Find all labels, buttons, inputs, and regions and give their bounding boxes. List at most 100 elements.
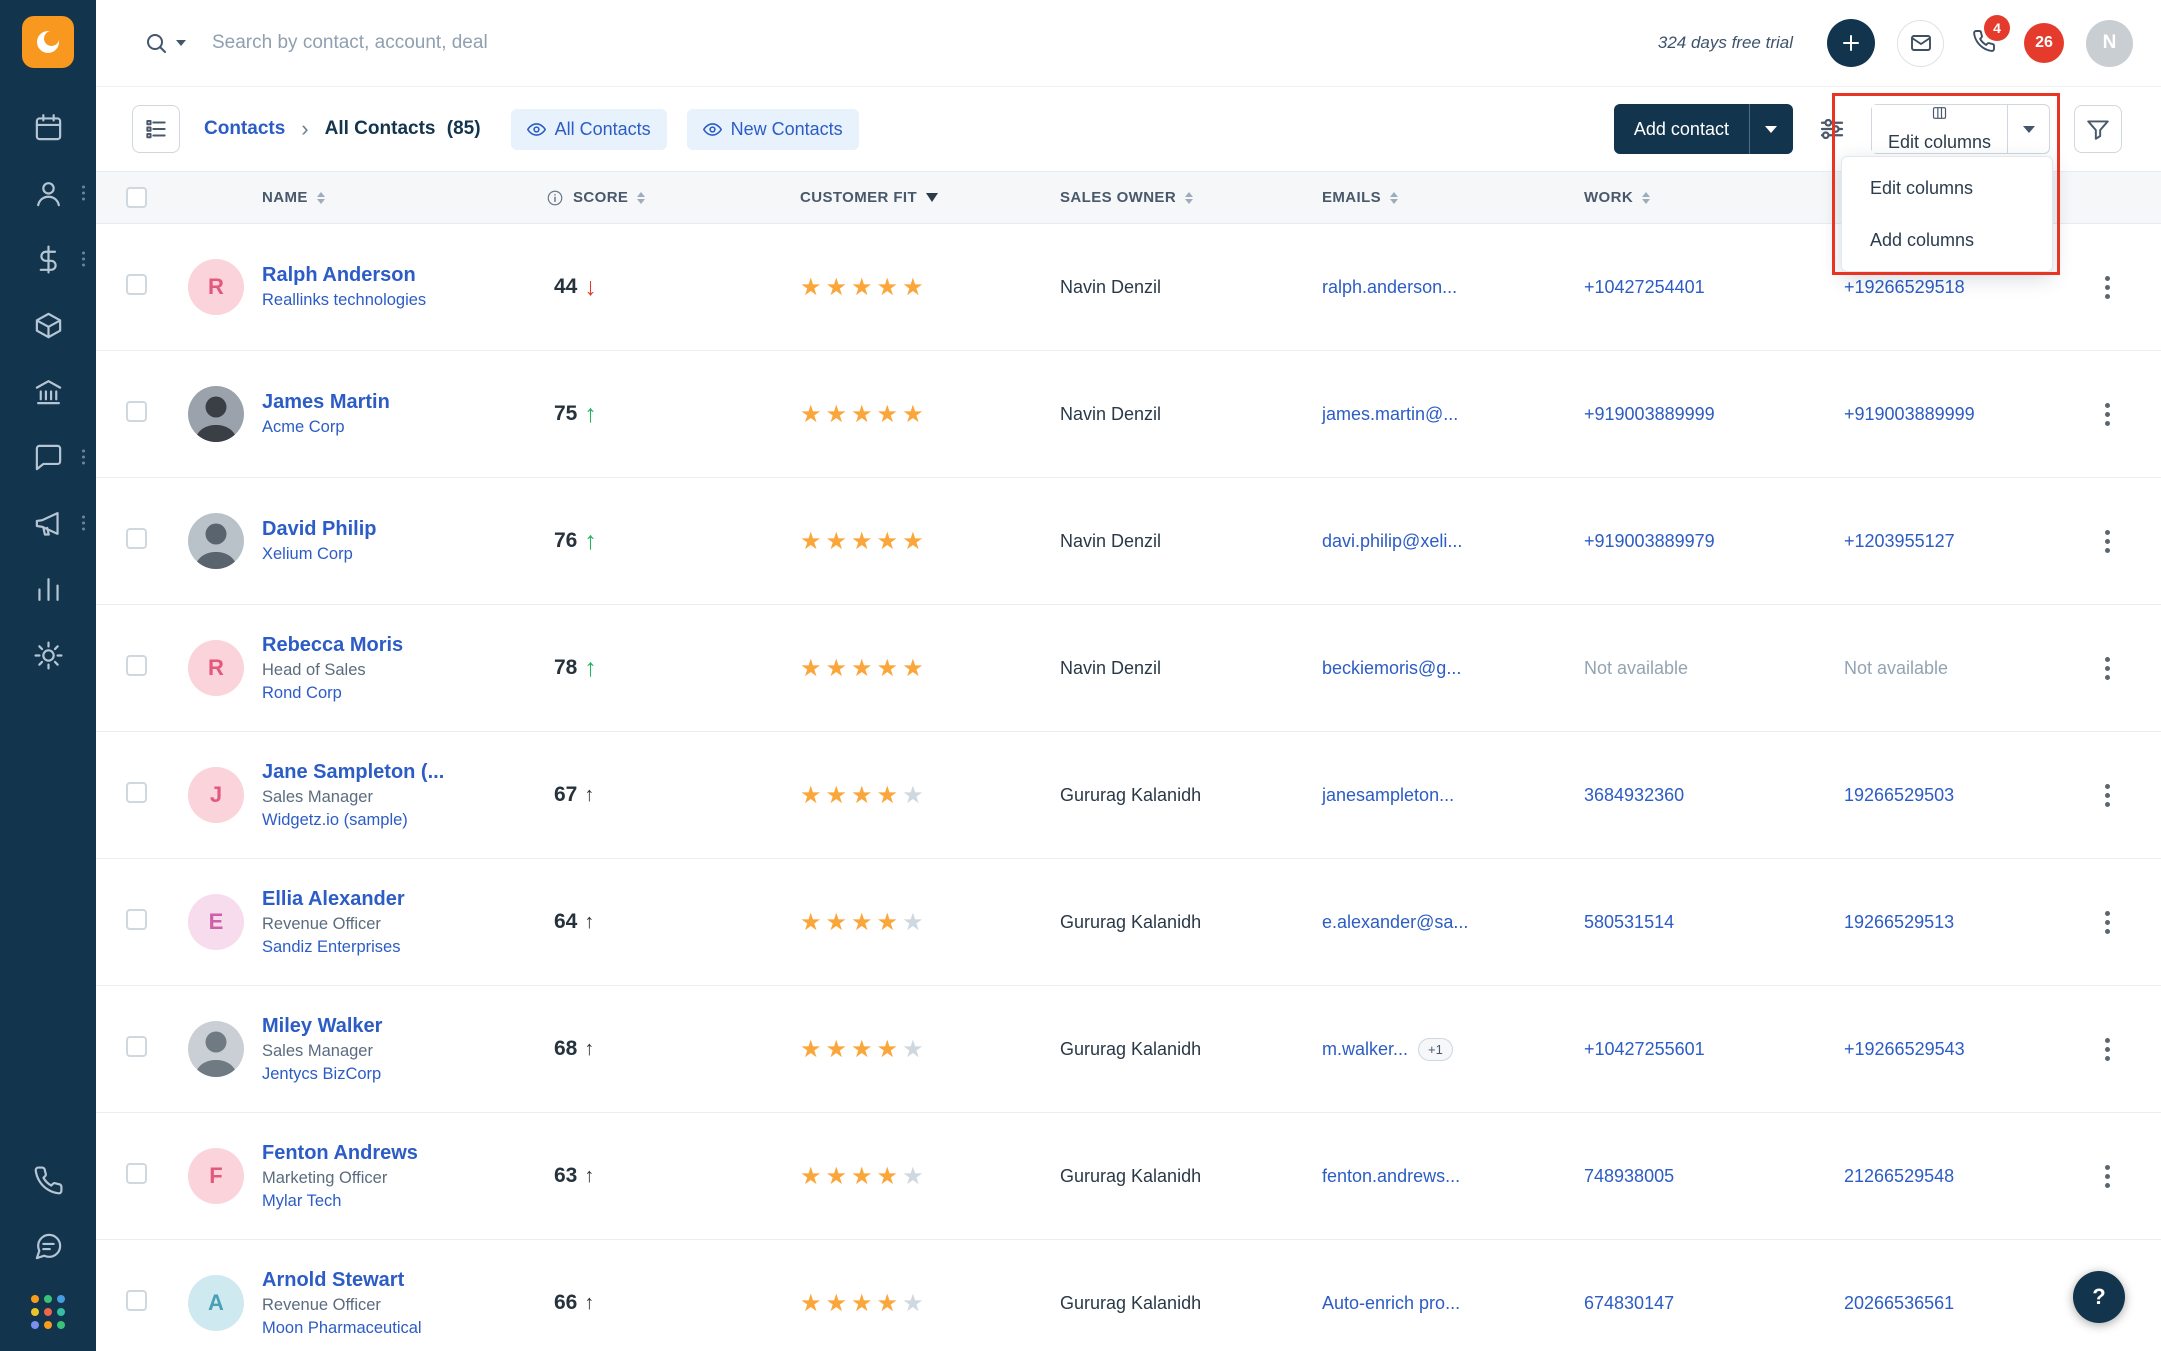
sidebar-item-deals[interactable] (0, 226, 96, 292)
table-row[interactable]: J Jane Sampleton (... Sales Manager Widg… (96, 732, 2161, 859)
row-kebab-menu[interactable] (2105, 792, 2110, 798)
mobile-phone-link[interactable]: +919003889999 (1844, 404, 1975, 424)
email-link[interactable]: e.alexander@sa... (1322, 912, 1468, 933)
email-link[interactable]: james.martin@... (1322, 404, 1458, 425)
contact-company-link[interactable]: Mylar Tech (262, 1192, 418, 1211)
breadcrumb-contacts-link[interactable]: Contacts (204, 118, 285, 140)
table-row[interactable]: R Rebecca Moris Head of Sales Rond Corp … (96, 605, 2161, 732)
email-extra-badge[interactable]: +1 (1418, 1037, 1453, 1061)
row-kebab-menu[interactable] (2105, 538, 2110, 544)
contact-avatar[interactable]: A (188, 1275, 244, 1331)
row-checkbox[interactable] (126, 655, 147, 676)
mobile-phone-link[interactable]: 21266529548 (1844, 1166, 1954, 1186)
contact-name-link[interactable]: Jane Sampleton (... (262, 761, 444, 784)
email-link[interactable]: davi.philip@xeli... (1322, 531, 1462, 552)
sidebar-item-products[interactable] (0, 292, 96, 358)
edit-columns-dropdown-toggle[interactable] (2007, 105, 2049, 153)
freshworks-logo[interactable] (22, 16, 74, 68)
contact-avatar[interactable]: E (188, 894, 244, 950)
work-phone-link[interactable]: +10427254401 (1584, 277, 1705, 297)
contact-company-link[interactable]: Xelium Corp (262, 545, 376, 564)
mobile-phone-link[interactable]: +19266529543 (1844, 1039, 1965, 1059)
view-chip-new-contacts[interactable]: New Contacts (686, 108, 859, 150)
column-header-customer-fit[interactable]: CUSTOMER FIT (742, 189, 1012, 206)
sidebar-item-analytics[interactable] (0, 556, 96, 622)
contact-company-link[interactable]: Reallinks technologies (262, 291, 426, 310)
contact-name-link[interactable]: Fenton Andrews (262, 1142, 418, 1165)
row-checkbox[interactable] (126, 1290, 147, 1311)
filter-button[interactable] (2074, 105, 2122, 153)
row-kebab-menu[interactable] (2105, 284, 2110, 290)
contact-company-link[interactable]: Jentycs BizCorp (262, 1065, 382, 1084)
mobile-phone-link[interactable]: 20266536561 (1844, 1293, 1954, 1313)
work-phone-link[interactable]: Not available (1584, 658, 1688, 678)
row-kebab-menu[interactable] (2105, 411, 2110, 417)
global-search[interactable] (144, 31, 772, 55)
row-kebab-menu[interactable] (2105, 1046, 2110, 1052)
search-scope-caret-icon[interactable] (176, 40, 186, 46)
column-header-work[interactable]: WORK (1536, 189, 1804, 206)
sidebar-item-accounts[interactable] (0, 358, 96, 424)
sidebar-item-campaigns[interactable] (0, 490, 96, 556)
notifications-badge[interactable]: 26 (2024, 23, 2064, 63)
contact-avatar[interactable]: F (188, 1148, 244, 1204)
mobile-phone-link[interactable]: 19266529503 (1844, 785, 1954, 805)
sorted-desc-icon[interactable] (926, 193, 939, 202)
contact-name-link[interactable]: Arnold Stewart (262, 1269, 422, 1292)
mobile-phone-link[interactable]: 19266529513 (1844, 912, 1954, 932)
contact-avatar[interactable] (188, 513, 244, 569)
sort-icon[interactable] (637, 191, 646, 204)
row-kebab-menu[interactable] (2105, 665, 2110, 671)
email-link[interactable]: m.walker... (1322, 1039, 1408, 1060)
contact-avatar[interactable]: R (188, 640, 244, 696)
row-checkbox[interactable] (126, 909, 147, 930)
contact-name-link[interactable]: David Philip (262, 518, 376, 541)
sort-icon[interactable] (1185, 191, 1194, 204)
contact-company-link[interactable]: Moon Pharmaceutical (262, 1319, 422, 1338)
mobile-phone-link[interactable]: +19266529518 (1844, 277, 1965, 297)
row-checkbox[interactable] (126, 1036, 147, 1057)
contact-company-link[interactable]: Rond Corp (262, 684, 403, 703)
row-checkbox[interactable] (126, 274, 147, 295)
work-phone-link[interactable]: 580531514 (1584, 912, 1674, 932)
contact-name-link[interactable]: Rebecca Moris (262, 634, 403, 657)
contact-company-link[interactable]: Acme Corp (262, 418, 390, 437)
menu-item-edit-columns[interactable]: Edit columns (1842, 162, 2052, 214)
add-contact-dropdown-toggle[interactable] (1748, 104, 1793, 154)
sidebar-item-settings[interactable] (0, 622, 96, 688)
contact-avatar[interactable] (188, 386, 244, 442)
table-row[interactable]: James Martin Acme Corp 75 ↑ ★ ★ ★ ★ ★ Navin … (96, 351, 2161, 478)
work-phone-link[interactable]: +10427255601 (1584, 1039, 1705, 1059)
menu-item-add-columns[interactable]: Add columns (1842, 214, 2052, 266)
table-row[interactable]: F Fenton Andrews Marketing Officer Mylar… (96, 1113, 2161, 1240)
sidebar-item-conversations[interactable] (0, 424, 96, 490)
mobile-phone-link[interactable]: +1203955127 (1844, 531, 1955, 551)
table-row[interactable]: A Arnold Stewart Revenue Officer Moon Ph… (96, 1240, 2161, 1351)
work-phone-link[interactable]: +919003889999 (1584, 404, 1715, 424)
work-phone-link[interactable]: 748938005 (1584, 1166, 1674, 1186)
quick-add-button[interactable] (1827, 19, 1875, 67)
sort-icon[interactable] (1390, 191, 1399, 204)
help-button[interactable]: ? (2073, 1271, 2125, 1323)
view-chip-all-contacts[interactable]: All Contacts (510, 108, 667, 150)
contact-name-link[interactable]: Miley Walker (262, 1015, 382, 1038)
work-phone-link[interactable]: 674830147 (1584, 1293, 1674, 1313)
table-row[interactable]: David Philip Xelium Corp 76 ↑ ★ ★ ★ ★ ★ Navi… (96, 478, 2161, 605)
email-link[interactable]: beckiemoris@g... (1322, 658, 1461, 679)
table-row[interactable]: E Ellia Alexander Revenue Officer Sandiz… (96, 859, 2161, 986)
work-phone-link[interactable]: +919003889979 (1584, 531, 1715, 551)
user-avatar[interactable]: N (2086, 19, 2133, 67)
contact-name-link[interactable]: James Martin (262, 391, 390, 414)
email-link[interactable]: janesampleton... (1322, 785, 1454, 806)
row-checkbox[interactable] (126, 1163, 147, 1184)
sidebar-item-contacts[interactable] (0, 160, 96, 226)
sort-icon[interactable] (316, 191, 325, 204)
contact-avatar[interactable]: J (188, 767, 244, 823)
sidebar-item-apps[interactable] (0, 1279, 96, 1345)
row-checkbox[interactable] (126, 528, 147, 549)
column-header-sales-owner[interactable]: SALES OWNER (1012, 189, 1274, 206)
mobile-phone-link[interactable]: Not available (1844, 658, 1948, 678)
list-settings-button[interactable] (132, 105, 180, 153)
sidebar-item-chat-support[interactable] (0, 1213, 96, 1279)
contact-name-link[interactable]: Ralph Anderson (262, 264, 426, 287)
